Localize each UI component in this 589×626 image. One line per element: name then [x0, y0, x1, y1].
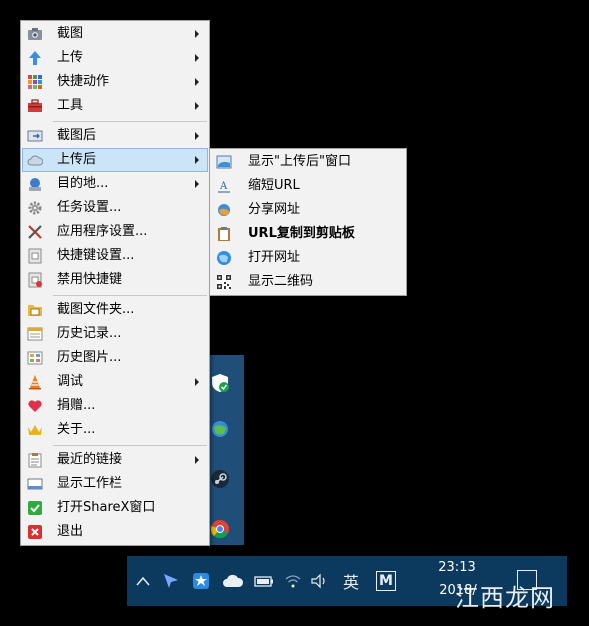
chevron-up-icon [136, 576, 150, 586]
menu-item-donate[interactable]: 捐赠... [23, 395, 207, 417]
chevron-right-icon [195, 102, 199, 110]
show-hidden-icons-button[interactable] [133, 570, 153, 592]
submenu-item-share-url[interactable]: 分享网址 [212, 199, 404, 221]
menu-item-about[interactable]: 关于... [23, 419, 207, 441]
image-history-icon [27, 351, 43, 365]
menu-item-disable-hotkeys[interactable]: 禁用快捷键 [23, 269, 207, 291]
steam-icon[interactable] [210, 469, 230, 489]
taskbar-window-icon [27, 478, 43, 490]
menu-item-destinations[interactable]: 目的地... [23, 173, 207, 195]
menu-item-task-settings[interactable]: 任务设置... [23, 197, 207, 219]
keyboard-disable-icon [28, 272, 42, 288]
speaker-icon [311, 573, 325, 589]
menu-item-show-taskbar[interactable]: 显示工作栏 [23, 473, 207, 495]
cursor-app-tray-button[interactable] [161, 570, 181, 592]
gear-icon [28, 201, 42, 215]
menu-separator [53, 295, 207, 296]
menu-item-image-history[interactable]: 历史图片... [23, 347, 207, 369]
wifi-icon [285, 575, 301, 588]
pointer-icon [164, 574, 178, 588]
wrench-screwdriver-icon [28, 225, 42, 239]
chevron-right-icon [195, 378, 199, 386]
chevron-right-icon [195, 78, 199, 86]
menu-item-exit[interactable]: 退出 [23, 521, 207, 543]
network-globe-icon[interactable] [210, 419, 230, 439]
menu-item-screenshots-folder[interactable]: 截图文件夹... [23, 299, 207, 321]
history-icon [27, 327, 43, 341]
submenu-item-show-qr-code[interactable]: 显示二维码 [212, 271, 404, 293]
text-a-icon: A [218, 181, 230, 193]
chevron-right-icon [195, 156, 199, 164]
menu-item-upload[interactable]: 上传 [23, 47, 207, 69]
close-icon [28, 525, 42, 539]
grid-icon [28, 75, 42, 89]
shield-icon[interactable] [210, 373, 230, 393]
crown-icon [28, 425, 42, 435]
menu-separator [53, 121, 207, 122]
submenu-item-show-after-upload-window[interactable]: 显示"上传后"窗口 [212, 151, 404, 173]
onedrive-tray-button[interactable] [221, 570, 245, 592]
chrome-icon[interactable] [210, 519, 230, 539]
heart-icon [28, 400, 42, 412]
menu-separator [53, 445, 207, 446]
chevron-right-icon [195, 456, 199, 464]
after-upload-submenu: 显示"上传后"窗口 A 缩短URL 分享网址 URL复制到剪贴板 打开网址 显示… [209, 148, 407, 296]
traffic-cone-icon [29, 375, 41, 390]
check-icon [28, 501, 42, 515]
ime-mode-label: M [376, 571, 396, 591]
destination-icon [29, 178, 41, 191]
menu-item-after-capture[interactable]: 截图后 [23, 125, 207, 147]
clock-time[interactable]: 23:13 [427, 560, 487, 575]
menu-item-after-upload[interactable]: 上传后 [22, 148, 208, 172]
menu-item-app-settings[interactable]: 应用程序设置... [23, 221, 207, 243]
chevron-right-icon [195, 30, 199, 38]
sharex-tray-button[interactable] [191, 570, 211, 592]
menu-item-open-sharex-window[interactable]: 打开ShareX窗口 [23, 497, 207, 519]
window-icon [216, 155, 232, 169]
cloud-icon [223, 574, 244, 587]
menu-item-hotkey-settings[interactable]: 快捷键设置... [23, 245, 207, 267]
qr-code-icon [217, 275, 231, 289]
wifi-tray-button[interactable] [283, 570, 303, 592]
battery-tray-button[interactable] [253, 570, 275, 592]
sharex-tray-context-menu: 截图 上传 快捷动作 工具 截图后 上传后 目的地... 任务设置... 应用程… [20, 20, 210, 546]
watermark: 江西龙网 [455, 584, 555, 612]
chevron-right-icon [195, 132, 199, 140]
cloud-icon [27, 155, 43, 166]
ime-mode-button[interactable]: M [375, 570, 397, 592]
toolbox-icon [28, 99, 42, 112]
upload-arrow-icon [29, 51, 41, 65]
menu-item-history[interactable]: 历史记录... [23, 323, 207, 345]
share-globe-icon [218, 204, 230, 216]
svg-text:A: A [219, 181, 228, 192]
menu-item-capture[interactable]: 截图 [23, 23, 207, 45]
menu-item-recent-links[interactable]: 最近的链接 [23, 449, 207, 471]
volume-tray-button[interactable] [309, 570, 331, 592]
clipboard-icon [218, 227, 230, 241]
menu-item-tools[interactable]: 工具 [23, 95, 207, 117]
submenu-item-copy-url[interactable]: URL复制到剪贴板 [212, 223, 404, 245]
after-capture-icon [27, 130, 43, 142]
submenu-item-shorten-url[interactable]: A 缩短URL [212, 175, 404, 197]
battery-icon [254, 576, 273, 587]
chevron-right-icon [195, 180, 199, 188]
globe-icon [217, 251, 231, 265]
chevron-right-icon [195, 54, 199, 62]
menu-item-quick-actions[interactable]: 快捷动作 [23, 71, 207, 93]
keyboard-icon [28, 248, 42, 264]
clipboard-list-icon [28, 453, 42, 468]
camera-icon [28, 28, 42, 40]
folder-icon [28, 305, 42, 316]
ime-language-button[interactable]: 英 [339, 570, 363, 592]
submenu-item-open-url[interactable]: 打开网址 [212, 247, 404, 269]
menu-item-debug[interactable]: 调试 [23, 371, 207, 393]
star-badge-icon [193, 573, 209, 589]
